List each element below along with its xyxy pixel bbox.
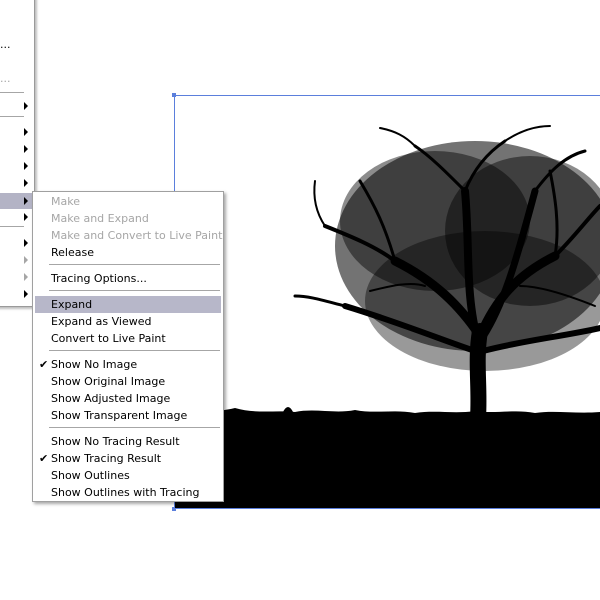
menu-item-convert-to-live-paint[interactable]: Convert to Live Paint	[35, 330, 221, 347]
menu-item-label: Expand as Viewed	[51, 315, 152, 328]
menu-separator	[49, 290, 220, 291]
menu-item-label: Show Outlines with Tracing	[51, 486, 200, 499]
submenu-arrow-icon[interactable]	[24, 290, 28, 298]
parent-menu-separator	[0, 116, 24, 117]
menu-item-label: Make	[51, 195, 80, 208]
checkmark-icon: ✔	[39, 358, 49, 371]
submenu-arrow-icon[interactable]	[24, 128, 28, 136]
menu-item-show-adjusted-image[interactable]: Show Adjusted Image	[35, 390, 221, 407]
submenu-arrow-icon[interactable]	[24, 239, 28, 247]
menu-item-label: Show Tracing Result	[51, 452, 162, 465]
menu-item-label: Show Transparent Image	[51, 409, 188, 422]
menu-item-label: Show Original Image	[51, 375, 166, 388]
parent-menu-item-ellipsis[interactable]: ...	[0, 38, 11, 51]
menu-item-make: Make	[35, 193, 221, 210]
menu-item-make-and-convert-to-live-paint: Make and Convert to Live Paint	[35, 227, 223, 244]
menu-item-label: Tracing Options...	[51, 272, 147, 285]
menu-item-label: Expand	[51, 298, 93, 311]
menu-item-show-outlines-with-tracing[interactable]: Show Outlines with Tracing	[35, 484, 221, 501]
parent-menu-separator	[0, 92, 24, 93]
menu-item-expand[interactable]: Expand	[35, 296, 221, 313]
menu-separator	[49, 264, 220, 265]
menu-item-expand-as-viewed[interactable]: Expand as Viewed	[35, 313, 221, 330]
submenu-arrow-icon[interactable]	[24, 197, 28, 205]
menu-item-label: Show No Tracing Result	[51, 435, 180, 448]
menu-item-show-original-image[interactable]: Show Original Image	[35, 373, 221, 390]
menu-item-label: Convert to Live Paint	[51, 332, 166, 345]
parent-menu-item-ellipsis-disabled: ...	[0, 72, 11, 85]
parent-menu: ... ...	[0, 0, 35, 307]
menu-separator	[49, 427, 220, 428]
parent-menu-separator	[0, 226, 24, 227]
parent-menu-item-live-trace-highlighted[interactable]	[0, 193, 33, 209]
live-trace-submenu: Make Make and Expand Make and Convert to…	[32, 191, 224, 502]
menu-item-tracing-options[interactable]: Tracing Options...	[35, 270, 221, 287]
menu-item-label: Show Outlines	[51, 469, 130, 482]
menu-item-label: Make and Expand	[51, 212, 149, 225]
menu-item-show-outlines[interactable]: Show Outlines	[35, 467, 221, 484]
submenu-arrow-icon[interactable]	[24, 162, 28, 170]
menu-item-label: Show Adjusted Image	[51, 392, 171, 405]
menu-item-release[interactable]: Release	[35, 244, 221, 261]
menu-item-show-transparent-image[interactable]: Show Transparent Image	[35, 407, 221, 424]
menu-item-show-no-image[interactable]: ✔ Show No Image	[35, 356, 221, 373]
submenu-arrow-icon	[24, 256, 28, 264]
submenu-arrow-icon[interactable]	[24, 213, 28, 221]
menu-item-label: Release	[51, 246, 94, 259]
menu-item-show-tracing-result[interactable]: ✔ Show Tracing Result	[35, 450, 221, 467]
submenu-arrow-icon[interactable]	[24, 102, 28, 110]
menu-separator	[49, 350, 220, 351]
submenu-arrow-icon[interactable]	[24, 145, 28, 153]
menu-item-show-no-tracing-result[interactable]: Show No Tracing Result	[35, 433, 221, 450]
menu-item-make-and-expand: Make and Expand	[35, 210, 221, 227]
checkmark-icon: ✔	[39, 452, 49, 465]
menu-item-label: Show No Image	[51, 358, 138, 371]
submenu-arrow-icon[interactable]	[24, 179, 28, 187]
traced-tree-image[interactable]	[175, 96, 600, 508]
menu-item-label: Make and Convert to Live Paint	[51, 229, 223, 242]
submenu-arrow-icon	[24, 273, 28, 281]
